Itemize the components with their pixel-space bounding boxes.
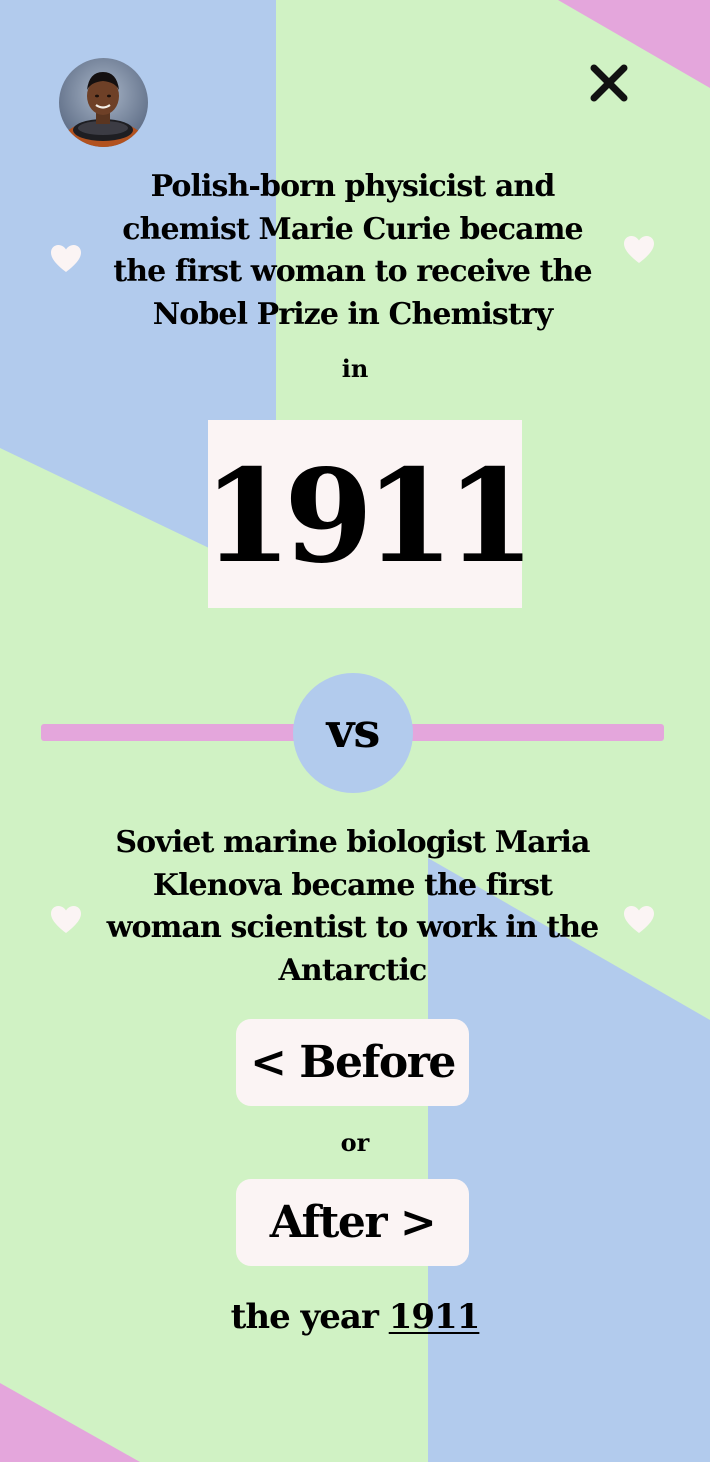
year-link[interactable]: 1911 (389, 1297, 481, 1337)
avatar (59, 58, 148, 147)
heart-icon (51, 245, 81, 272)
heart-icon (624, 906, 654, 933)
or-label: or (340, 1128, 370, 1157)
vs-badge: vs (293, 673, 413, 793)
heart-icon (51, 906, 81, 933)
vs-label: vs (326, 703, 381, 759)
year-value: 1911 (202, 442, 535, 592)
year-card: 1911 (203, 420, 535, 608)
close-icon (590, 64, 628, 102)
year-reference: the year 1911 (0, 1297, 710, 1337)
close-button[interactable] (586, 60, 632, 106)
year-prefix: the year (230, 1297, 379, 1337)
first-statement: Polish-born physicist and chemist Marie … (113, 169, 592, 332)
heart-icon (624, 236, 654, 263)
in-label: in (341, 354, 369, 383)
after-button[interactable]: After > (236, 1179, 469, 1266)
second-statement: Soviet marine biologist Maria Klenova be… (106, 825, 600, 988)
before-button[interactable]: < Before (236, 1019, 469, 1106)
